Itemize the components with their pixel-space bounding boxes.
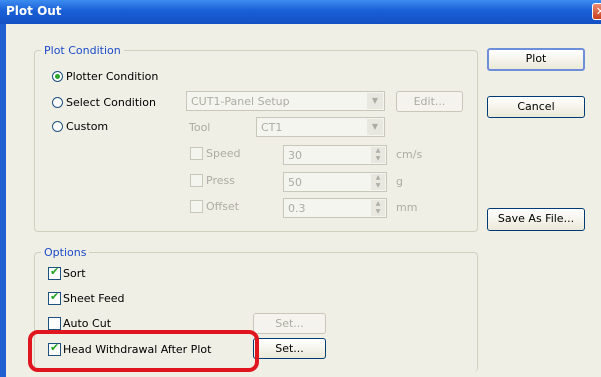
speed-stepper[interactable]: 30 ▲ ▼ (283, 145, 387, 165)
select-condition-label: Select Condition (66, 96, 156, 109)
sort-label: Sort (63, 267, 86, 280)
offset-stepper[interactable]: 0.3 ▲ ▼ (283, 198, 387, 218)
stepper-arrows-icon: ▲ ▼ (371, 147, 385, 163)
stepper-arrows-icon: ▲ ▼ (371, 200, 385, 216)
auto-cut-checkbox[interactable] (48, 317, 61, 330)
cancel-button[interactable]: Cancel (487, 96, 585, 118)
plotter-condition-label: Plotter Condition (66, 70, 159, 83)
speed-unit: cm/s (396, 148, 423, 161)
close-button[interactable]: ✕ (592, 3, 601, 20)
tool-select-value: CT1 (261, 121, 283, 134)
sort-checkbox[interactable]: ✔ (48, 265, 61, 280)
sheet-feed-checkbox[interactable]: ✔ (48, 290, 61, 305)
chevron-down-icon: ▼ (367, 119, 383, 135)
tool-label: Tool (189, 121, 211, 134)
checkmark-icon: ✔ (50, 265, 60, 278)
custom-label: Custom (66, 120, 109, 133)
press-label: Press (206, 174, 235, 187)
auto-cut-set-button[interactable]: Set... (253, 313, 326, 334)
offset-value: 0.3 (288, 202, 306, 215)
plot-button[interactable]: Plot (487, 48, 585, 71)
custom-radio[interactable] (52, 121, 63, 132)
offset-checkbox[interactable] (190, 200, 203, 213)
offset-label: Offset (206, 200, 240, 213)
sheet-feed-label: Sheet Feed (63, 292, 125, 305)
radio-selected-dot (55, 74, 60, 79)
highlight-box (28, 330, 259, 372)
plotter-condition-radio[interactable] (52, 71, 63, 82)
window-border (0, 24, 6, 377)
speed-checkbox[interactable] (190, 147, 203, 160)
stepper-arrows-icon: ▲ ▼ (371, 174, 385, 190)
head-withdrawal-set-button[interactable]: Set... (253, 338, 326, 359)
options-legend: Options (44, 246, 87, 259)
tool-select[interactable]: CT1 ▼ (256, 117, 385, 137)
select-condition-radio[interactable] (52, 97, 63, 108)
speed-label: Speed (206, 147, 241, 160)
plot-out-dialog: Plot Out ✕ Plot Condition Plotter Condit… (0, 0, 601, 377)
checkmark-icon: ✔ (50, 290, 60, 303)
auto-cut-label: Auto Cut (63, 317, 112, 330)
press-stepper[interactable]: 50 ▲ ▼ (283, 172, 387, 192)
save-as-file-button[interactable]: Save As File... (487, 208, 585, 231)
close-icon: ✕ (595, 5, 601, 18)
chevron-down-icon: ▼ (367, 93, 383, 109)
condition-select[interactable]: CUT1-Panel Setup ▼ (186, 91, 385, 111)
offset-unit: mm (396, 201, 418, 214)
plot-condition-legend: Plot Condition (44, 44, 121, 57)
title-bar: Plot Out ✕ (0, 0, 601, 24)
press-checkbox[interactable] (190, 174, 203, 187)
condition-select-value: CUT1-Panel Setup (191, 95, 290, 108)
edit-button[interactable]: Edit... (396, 91, 463, 112)
window-title: Plot Out (6, 4, 62, 18)
press-value: 50 (288, 176, 302, 189)
speed-value: 30 (288, 149, 302, 162)
press-unit: g (396, 175, 403, 188)
